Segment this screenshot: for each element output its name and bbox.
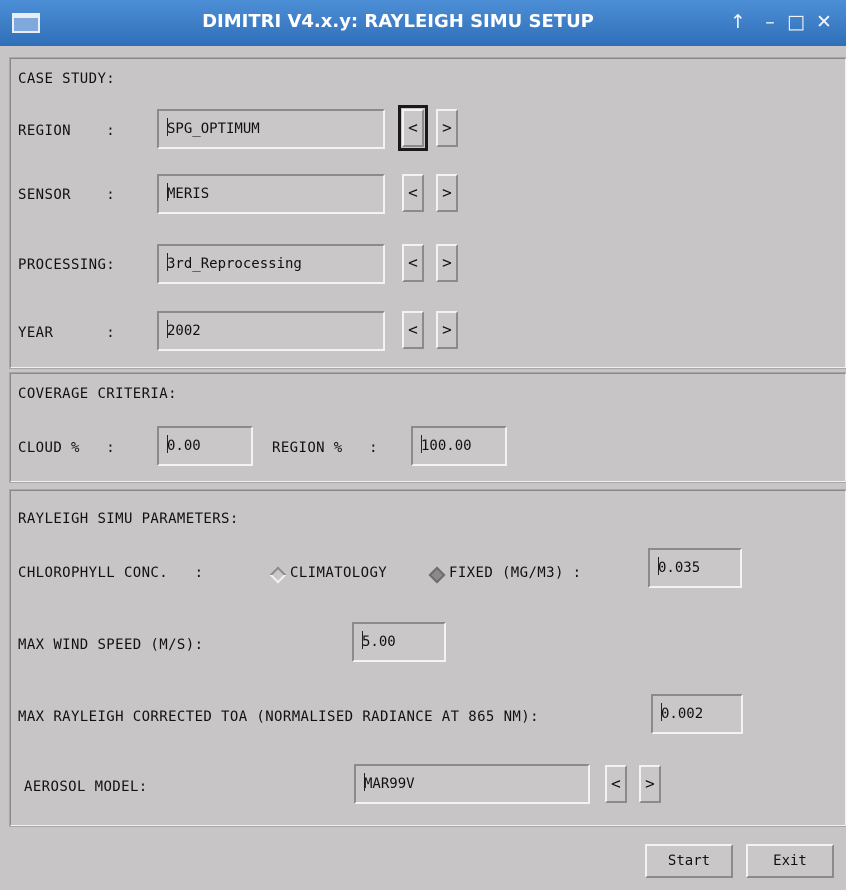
sensor-next-button[interactable]: > xyxy=(436,174,458,212)
sensor-field[interactable]: MERIS xyxy=(157,174,385,214)
wind-label: MAX WIND SPEED (M/S): xyxy=(18,637,204,653)
minimize-icon[interactable]: – xyxy=(758,9,782,35)
aerosol-field[interactable]: MAR99V xyxy=(354,764,590,804)
year-next-button[interactable]: > xyxy=(436,311,458,349)
cloud-label: CLOUD % : xyxy=(18,440,116,456)
processing-prev-button[interactable]: < xyxy=(402,244,424,282)
toa-value: 0.002 xyxy=(661,706,704,722)
cloud-value: 0.00 xyxy=(167,438,201,454)
case-study-title: CASE STUDY: xyxy=(18,71,116,87)
window-title: DIMITRI V4.x.y: RAYLEIGH SIMU SETUP xyxy=(202,11,594,32)
year-value: 2002 xyxy=(167,323,201,339)
region-prev-button[interactable]: < xyxy=(398,105,428,151)
year-field[interactable]: 2002 xyxy=(157,311,385,351)
year-prev-button[interactable]: < xyxy=(402,311,424,349)
climatology-radio[interactable] xyxy=(269,566,287,584)
aerosol-label: AEROSOL MODEL: xyxy=(24,779,148,795)
region-next-button[interactable]: > xyxy=(436,109,458,147)
region-pct-label: REGION % : xyxy=(272,440,378,456)
processing-value: 3rd_Reprocessing xyxy=(167,256,302,272)
climatology-label: CLIMATOLOGY xyxy=(290,565,388,581)
year-label: YEAR : xyxy=(18,325,116,341)
maximize-icon[interactable]: □ xyxy=(784,9,808,35)
chlorophyll-value: 0.035 xyxy=(658,560,701,576)
toa-label: MAX RAYLEIGH CORRECTED TOA (NORMALISED R… xyxy=(18,709,539,725)
region-pct-value: 100.00 xyxy=(421,438,472,454)
aerosol-value: MAR99V xyxy=(364,776,415,792)
title-bar: DIMITRI V4.x.y: RAYLEIGH SIMU SETUP ↑ – … xyxy=(0,0,846,46)
wind-field[interactable]: 5.00 xyxy=(352,622,446,662)
fixed-radio[interactable] xyxy=(428,566,446,584)
cloud-field[interactable]: 0.00 xyxy=(157,426,253,466)
chlorophyll-label: CHLOROPHYLL CONC. : xyxy=(18,565,204,581)
sensor-label: SENSOR : xyxy=(18,187,116,203)
aerosol-next-button[interactable]: > xyxy=(639,765,661,803)
rayleigh-panel: RAYLEIGH SIMU PARAMETERS: CHLOROPHYLL CO… xyxy=(9,489,846,827)
coverage-title: COVERAGE CRITERIA: xyxy=(18,386,177,402)
rayleigh-title: RAYLEIGH SIMU PARAMETERS: xyxy=(18,511,239,527)
coverage-panel: COVERAGE CRITERIA: CLOUD % : 0.00 REGION… xyxy=(9,372,846,483)
sensor-prev-button[interactable]: < xyxy=(402,174,424,212)
region-value: SPG_OPTIMUM xyxy=(167,121,260,137)
sensor-value: MERIS xyxy=(167,186,210,202)
aerosol-prev-button[interactable]: < xyxy=(605,765,627,803)
fixed-label: FIXED (MG/M3) : xyxy=(449,565,582,581)
region-pct-field[interactable]: 100.00 xyxy=(411,426,507,466)
processing-label: PROCESSING: xyxy=(18,257,116,273)
close-icon[interactable]: ✕ xyxy=(812,9,836,35)
case-study-panel: CASE STUDY: REGION : SPG_OPTIMUM < > SEN… xyxy=(9,57,846,369)
region-field[interactable]: SPG_OPTIMUM xyxy=(157,109,385,149)
wind-value: 5.00 xyxy=(362,634,396,650)
processing-next-button[interactable]: > xyxy=(436,244,458,282)
region-label: REGION : xyxy=(18,123,116,139)
start-button[interactable]: Start xyxy=(645,844,733,878)
arrow-up-icon[interactable]: ↑ xyxy=(726,9,750,35)
processing-field[interactable]: 3rd_Reprocessing xyxy=(157,244,385,284)
toa-field[interactable]: 0.002 xyxy=(651,694,743,734)
chlorophyll-field[interactable]: 0.035 xyxy=(648,548,742,588)
exit-button[interactable]: Exit xyxy=(746,844,834,878)
